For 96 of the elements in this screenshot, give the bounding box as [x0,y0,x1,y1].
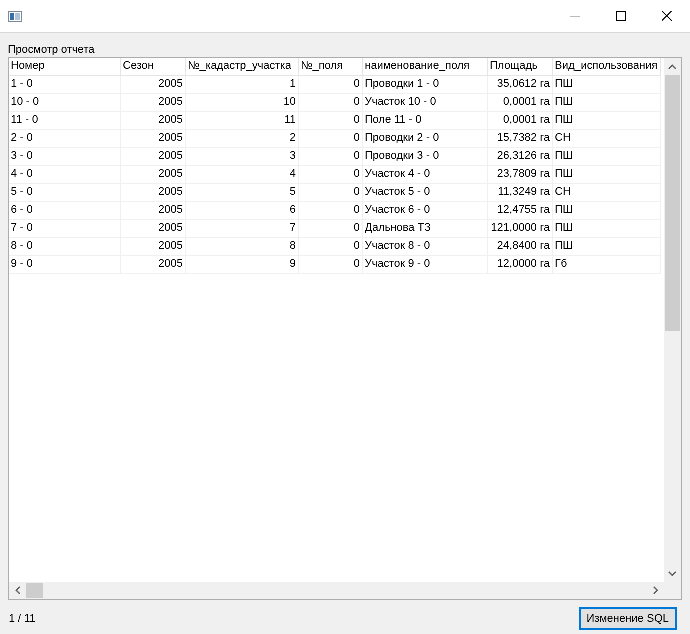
table-cell: 0 [299,184,363,202]
table-cell: 12,4755 га [488,202,553,220]
table-cell: Участок 9 - 0 [363,256,488,274]
table-cell: 2005 [121,256,186,274]
column-header[interactable]: наименование_поля [363,58,488,76]
table-cell: 2005 [121,238,186,256]
record-counter: 1 / 11 [9,612,36,626]
table-cell: 7 [186,220,299,238]
table-cell: 15,7382 га [488,130,553,148]
table-cell: 1 - 0 [9,76,121,94]
table-cell: 9 [186,256,299,274]
table-cell: Участок 8 - 0 [363,238,488,256]
table-cell: 0,0001 га [488,94,553,112]
table-cell: 5 - 0 [9,184,121,202]
table-cell: 2005 [121,202,186,220]
table-cell: 6 - 0 [9,202,121,220]
table-cell: 8 [186,238,299,256]
table-cell: ПШ [553,166,661,184]
table-cell: 10 - 0 [9,94,121,112]
table-cell: Проводки 3 - 0 [363,148,488,166]
table-cell: 121,0000 га [488,220,553,238]
column-header[interactable]: Номер [9,58,121,76]
maximize-icon [616,11,626,21]
chevron-down-icon [668,570,677,576]
table-cell: 3 - 0 [9,148,121,166]
chevron-left-icon [14,586,20,595]
table-cell: 0,0001 га [488,112,553,130]
edit-sql-button[interactable]: Изменение SQL [578,607,677,630]
table-cell: 7 - 0 [9,220,121,238]
table-cell: 2005 [121,148,186,166]
table-cell: 6 [186,202,299,220]
table-cell: Участок 10 - 0 [363,94,488,112]
table-cell: 4 - 0 [9,166,121,184]
table-cell: 2005 [121,220,186,238]
table-cell: 11 [186,112,299,130]
table-cell: 0 [299,76,363,94]
table-cell: ПШ [553,94,661,112]
table-cell: Гб [553,256,661,274]
table-cell: Участок 5 - 0 [363,184,488,202]
table-cell: 0 [299,94,363,112]
column-header[interactable]: №_кадастр_участка [186,58,299,76]
table-cell: 26,3126 га [488,148,553,166]
report-label: Просмотр отчета [8,44,96,57]
close-icon [662,11,672,21]
table-cell: 23,7809 га [488,166,553,184]
table-cell: 11 - 0 [9,112,121,130]
table-cell: СН [553,184,661,202]
table-cell: 2 - 0 [9,130,121,148]
table-cell: ПШ [553,220,661,238]
table-cell: ПШ [553,148,661,166]
table-cell: 5 [186,184,299,202]
table-cell: СН [553,130,661,148]
table-cell: 3 [186,148,299,166]
table-cell: 2 [186,130,299,148]
table-cell: Проводки 1 - 0 [363,76,488,94]
table-cell: 35,0612 га [488,76,553,94]
column-header[interactable]: Площадь [488,58,553,76]
app-icon [8,10,22,22]
table-cell: ПШ [553,202,661,220]
table-cell: 10 [186,94,299,112]
table-cell: 4 [186,166,299,184]
scrollbar-thumb[interactable] [26,583,43,598]
table-cell: 0 [299,112,363,130]
table-cell: 0 [299,148,363,166]
chevron-right-icon [652,586,658,595]
table-cell: 8 - 0 [9,238,121,256]
table-cell: 2005 [121,94,186,112]
chevron-up-icon [668,64,677,70]
table-cell: 2005 [121,166,186,184]
table-cell: 0 [299,256,363,274]
column-header[interactable]: Вид_использования [553,58,661,76]
scrollbar-thumb[interactable] [665,75,680,331]
table-cell: 1 [186,76,299,94]
column-header[interactable]: Сезон [121,58,186,76]
table-cell: 2005 [121,130,186,148]
table-cell: 0 [299,166,363,184]
table-cell: 12,0000 га [488,256,553,274]
table-cell: ПШ [553,112,661,130]
column-header[interactable]: №_поля [299,58,363,76]
table-cell: 24,8400 га [488,238,553,256]
table-cell: Дальнова ТЗ [363,220,488,238]
table-cell: 0 [299,238,363,256]
table-cell: Участок 4 - 0 [363,166,488,184]
table-cell: 0 [299,202,363,220]
table-cell: 2005 [121,112,186,130]
table-cell: 0 [299,130,363,148]
table-cell: 2005 [121,184,186,202]
table-cell: Проводки 2 - 0 [363,130,488,148]
table-cell: Участок 6 - 0 [363,202,488,220]
table-cell: 9 - 0 [9,256,121,274]
table-cell: ПШ [553,238,661,256]
table-cell: 2005 [121,76,186,94]
table-cell: Поле 11 - 0 [363,112,488,130]
table-cell: ПШ [553,76,661,94]
table-cell: 0 [299,220,363,238]
table-cell: 11,3249 га [488,184,553,202]
